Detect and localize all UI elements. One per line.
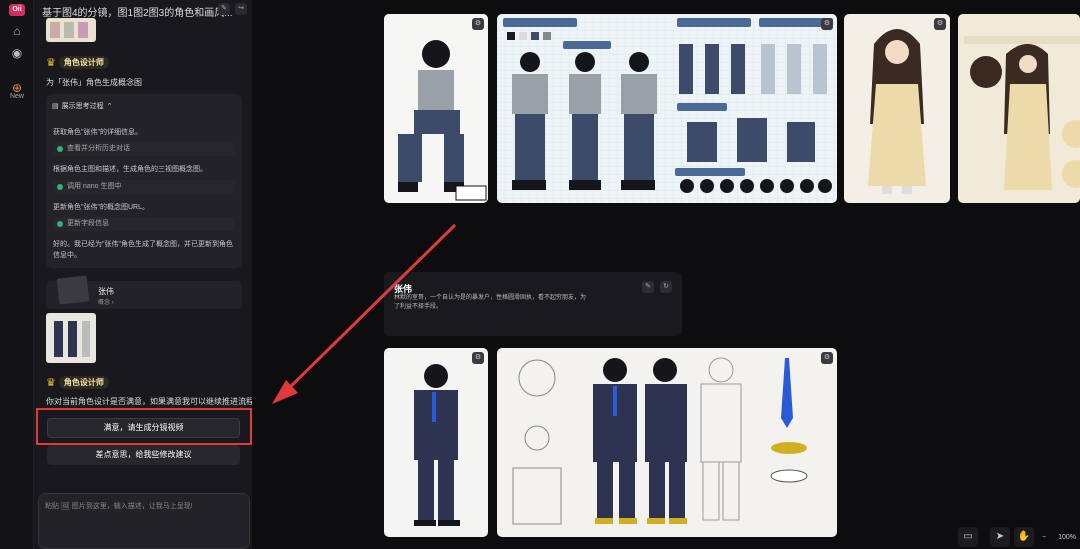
- comment-icon[interactable]: ▭: [958, 527, 978, 547]
- cursor-icon[interactable]: ➤: [990, 527, 1010, 547]
- hand-icon[interactable]: ✋: [1014, 527, 1034, 547]
- canvas-toolbar: ▭ ➤ ✋ − 100%: [958, 526, 1080, 548]
- zoom-out-icon[interactable]: −: [1038, 534, 1050, 541]
- annotation-arrow: [272, 223, 457, 404]
- zoom-level[interactable]: 100%: [1054, 534, 1080, 541]
